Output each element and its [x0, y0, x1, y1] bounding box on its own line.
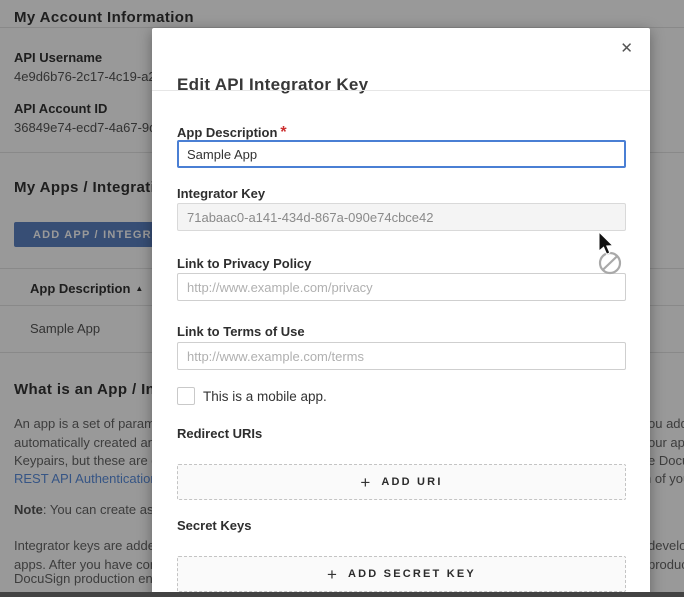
- secret-keys-label: Secret Keys: [177, 518, 251, 533]
- divider: [152, 90, 650, 91]
- plus-icon: +: [360, 474, 370, 491]
- plus-icon: +: [327, 566, 337, 583]
- screen: My Account Information API Username 4e9d…: [0, 0, 684, 597]
- window-bottom-edge: [0, 592, 684, 597]
- add-secret-key-button[interactable]: + ADD SECRET KEY: [177, 556, 626, 592]
- redirect-uris-label: Redirect URIs: [177, 426, 262, 441]
- app-description-input[interactable]: [177, 140, 626, 168]
- mouse-cursor-icon: [595, 232, 635, 283]
- integrator-key-input: [177, 203, 626, 231]
- terms-of-use-input[interactable]: [177, 342, 626, 370]
- mobile-app-checkbox-label: This is a mobile app.: [203, 389, 327, 404]
- integrator-key-label: Integrator Key: [177, 186, 265, 201]
- required-asterisk: *: [280, 124, 286, 141]
- mobile-app-checkbox[interactable]: [177, 387, 195, 405]
- edit-api-integrator-key-modal: ✕ Edit API Integrator Key App Descriptio…: [152, 28, 650, 597]
- modal-title: Edit API Integrator Key: [177, 75, 368, 95]
- terms-of-use-label: Link to Terms of Use: [177, 324, 305, 339]
- privacy-policy-label: Link to Privacy Policy: [177, 256, 311, 271]
- privacy-policy-input[interactable]: [177, 273, 626, 301]
- close-icon[interactable]: ✕: [616, 35, 637, 61]
- add-uri-button[interactable]: + ADD URI: [177, 464, 626, 500]
